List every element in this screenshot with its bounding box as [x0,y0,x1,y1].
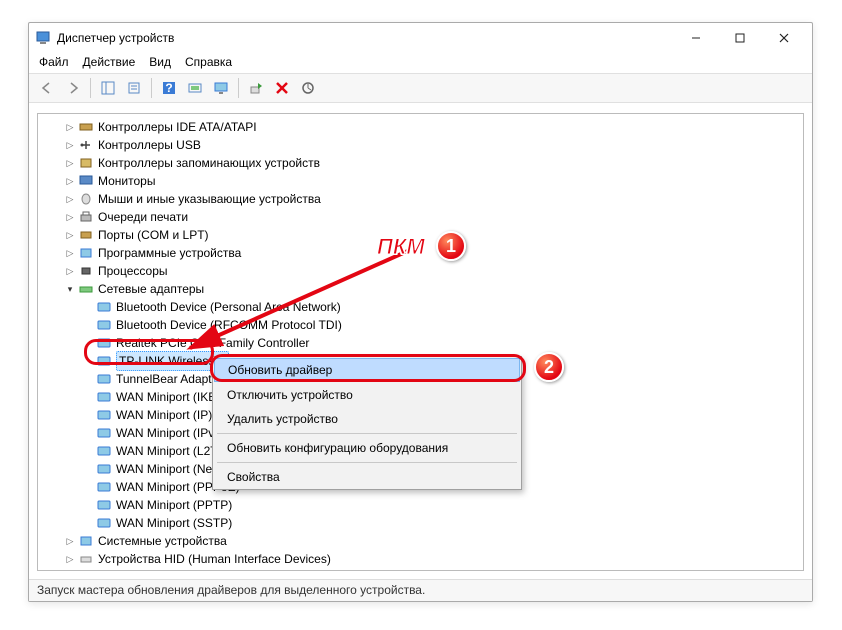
device-item[interactable]: Realtek PCIe GBE Family Controller [38,334,803,352]
category-system[interactable]: ▷Системные устройства [38,532,803,550]
ctx-disable[interactable]: Отключить устройство [213,383,521,407]
device-label: WAN Miniport (IP) [116,406,212,424]
forward-button[interactable] [61,76,85,100]
menubar: Файл Действие Вид Справка [29,53,812,73]
device-label: WAN Miniport (SSTP) [116,514,232,532]
context-menu: Обновить драйвер Отключить устройство Уд… [212,356,522,490]
device-label: WAN Miniport (Net [116,460,216,478]
update-driver-button[interactable] [244,76,268,100]
device-item[interactable]: Bluetooth Device (RFCOMM Protocol TDI) [38,316,803,334]
ctx-update-driver[interactable]: Обновить драйвер [214,358,520,382]
category-monitors[interactable]: ▷Мониторы [38,172,803,190]
device-label: WAN Miniport (IPv [116,424,214,442]
category-label: Устройства HID (Human Interface Devices) [98,550,331,568]
category-label: Программные устройства [98,244,241,262]
properties-button[interactable] [122,76,146,100]
menu-action[interactable]: Действие [83,55,136,69]
device-label: WAN Miniport (IKE [116,388,216,406]
device-item[interactable]: Bluetooth Device (Personal Area Network) [38,298,803,316]
back-button[interactable] [35,76,59,100]
device-tree[interactable]: ▷Контроллеры IDE ATA/ATAPI ▷Контроллеры … [37,113,804,571]
ctx-uninstall[interactable]: Удалить устройство [213,407,521,431]
device-label: WAN Miniport (L2T [116,442,218,460]
minimize-button[interactable] [674,24,718,52]
status-text: Запуск мастера обновления драйверов для … [37,583,425,597]
statusbar: Запуск мастера обновления драйверов для … [29,579,812,601]
monitor-button[interactable] [209,76,233,100]
uninstall-button[interactable] [270,76,294,100]
device-label: TunnelBear Adapter [116,370,222,388]
category-network[interactable]: ▾Сетевые адаптеры [38,280,803,298]
titlebar: Диспетчер устройств [29,23,812,53]
ctx-properties[interactable]: Свойства [213,465,521,489]
category-label: Порты (COM и LPT) [98,226,209,244]
category-storage[interactable]: ▷Контроллеры запоминающих устройств [38,154,803,172]
category-label: Системные устройства [98,532,227,550]
annotation-badge-2: 2 [534,352,564,382]
menu-help[interactable]: Справка [185,55,232,69]
category-mice[interactable]: ▷Мыши и иные указывающие устройства [38,190,803,208]
category-label: Контроллеры запоминающих устройств [98,154,320,172]
category-label: Очереди печати [98,208,188,226]
device-item[interactable]: WAN Miniport (PPTP) [38,496,803,514]
device-label: WAN Miniport (PPTP) [116,496,232,514]
category-label: Сетевые адаптеры [98,280,204,298]
window-controls [674,24,806,52]
device-label: Realtek PCIe GBE Family Controller [116,334,309,352]
device-manager-window: Диспетчер устройств Файл Действие Вид Сп… [28,22,813,602]
menu-file[interactable]: Файл [39,55,69,69]
scan-button[interactable] [183,76,207,100]
category-label: Мониторы [98,172,155,190]
annotation-badge-1: 1 [436,231,466,261]
category-cpu[interactable]: ▷Процессоры [38,262,803,280]
menu-view[interactable]: Вид [149,55,171,69]
category-label: Контроллеры USB [98,136,201,154]
category-label: Процессоры [98,262,168,280]
category-usb[interactable]: ▷Контроллеры USB [38,136,803,154]
maximize-button[interactable] [718,24,762,52]
app-icon [35,30,51,46]
ctx-scan[interactable]: Обновить конфигурацию оборудования [213,436,521,460]
window-title: Диспетчер устройств [57,31,674,45]
help-button[interactable]: ? [157,76,181,100]
toolbar: ? [29,73,812,103]
disable-button[interactable] [296,76,320,100]
category-label: Мыши и иные указывающие устройства [98,190,321,208]
device-label: Bluetooth Device (Personal Area Network) [116,298,341,316]
close-button[interactable] [762,24,806,52]
svg-text:?: ? [165,81,172,95]
show-hide-tree-button[interactable] [96,76,120,100]
separator [217,462,517,463]
category-hid[interactable]: ▷Устройства HID (Human Interface Devices… [38,550,803,568]
device-item[interactable]: WAN Miniport (SSTP) [38,514,803,532]
category-label: Контроллеры IDE ATA/ATAPI [98,118,257,136]
annotation-pkm-label: ПКМ [377,234,425,260]
device-label: Bluetooth Device (RFCOMM Protocol TDI) [116,316,342,334]
category-ide[interactable]: ▷Контроллеры IDE ATA/ATAPI [38,118,803,136]
category-printq[interactable]: ▷Очереди печати [38,208,803,226]
separator [217,433,517,434]
